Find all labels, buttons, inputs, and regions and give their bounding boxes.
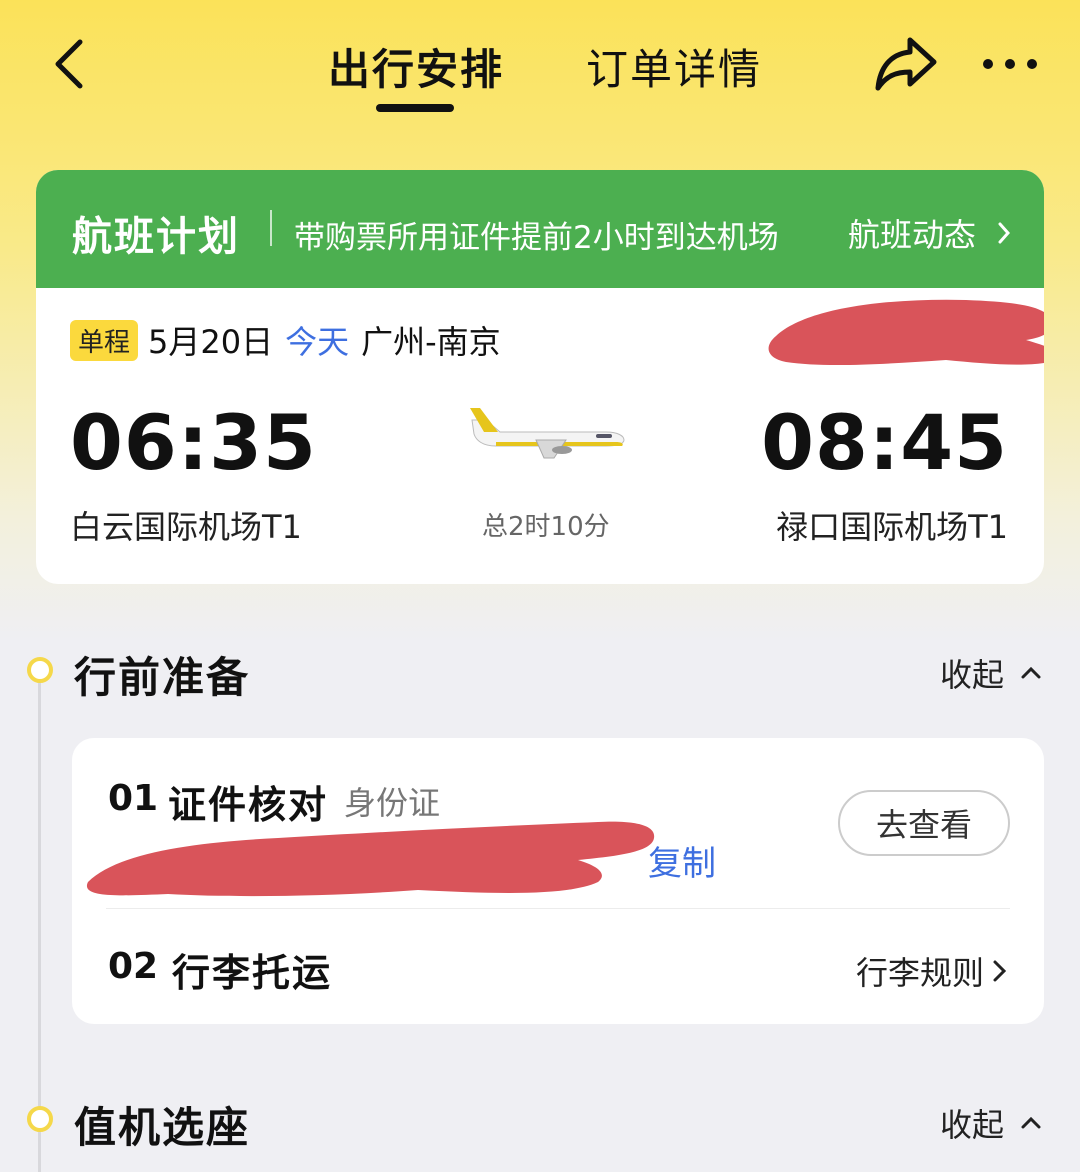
baggage-rules-label: 行李规则: [855, 954, 984, 992]
section-title-pre-trip: 行前准备: [74, 653, 251, 702]
collapse-toggle-pre-trip[interactable]: 收起: [940, 650, 1044, 696]
item-name-baggage: 行李托运: [172, 951, 333, 995]
flight-status-label: 航班动态: [848, 216, 977, 254]
item-number: 02: [108, 946, 159, 987]
active-tab-indicator: [376, 104, 454, 112]
tab-order-details[interactable]: 订单详情: [586, 36, 762, 97]
timeline-line: [38, 670, 41, 1172]
boarding-tip: 带购票所用证件提前2小时到达机场: [294, 220, 779, 256]
section-title-check-in: 值机选座: [74, 1103, 251, 1152]
share-icon[interactable]: [870, 30, 942, 96]
collapse-label: 收起: [939, 1106, 1004, 1144]
chevron-right-icon: [993, 960, 1007, 982]
tab-itinerary[interactable]: 出行安排: [328, 36, 504, 97]
top-bar: 出行安排 订单详情: [0, 0, 1080, 130]
item-divider: [106, 908, 1010, 909]
header-divider: [270, 210, 272, 246]
flight-plan-header: 航班计划 带购票所用证件提前2小时到达机场 航班动态: [36, 170, 1044, 288]
back-icon[interactable]: [40, 32, 104, 96]
arrival-airport: 禄口国际机场T1: [776, 508, 1008, 546]
redaction-mark: [86, 821, 655, 897]
timeline-dot: [27, 657, 53, 683]
departure-airport: 白云国际机场T1: [70, 508, 302, 546]
flight-plan-title: 航班计划: [72, 214, 240, 260]
trip-info-row: 单程 5月20日 今天 广州-南京: [70, 319, 501, 361]
timeline-dot: [27, 1106, 53, 1132]
pre-trip-card: 01 证件核对 身份证 复制 去查看 02 行李托运 行李规则: [72, 738, 1044, 1024]
flight-plan-card: 航班计划 带购票所用证件提前2小时到达机场 航班动态 单程 5月20日 今天 广…: [36, 170, 1044, 584]
trip-route: 广州-南京: [361, 323, 501, 361]
trip-today-label: 今天: [285, 323, 350, 361]
collapse-toggle-check-in[interactable]: 收起: [940, 1100, 1044, 1146]
view-id-button[interactable]: 去查看: [838, 790, 1010, 856]
redaction-mark: [768, 299, 1044, 366]
airplane-icon: [470, 408, 625, 459]
arrival-time: 08:45: [761, 398, 1008, 487]
chevron-up-icon: [1021, 666, 1041, 679]
chevron-up-icon: [1021, 1116, 1041, 1129]
collapse-label: 收起: [939, 656, 1004, 694]
chevron-right-icon: [998, 222, 1011, 244]
trip-type-badge: 单程: [70, 319, 139, 361]
trip-date: 5月20日: [148, 323, 274, 361]
copy-link[interactable]: 复制: [648, 836, 716, 885]
departure-time: 06:35: [70, 398, 317, 487]
flight-status-link[interactable]: 航班动态: [848, 210, 1012, 256]
baggage-rules-link[interactable]: 行李规则: [856, 948, 1010, 994]
flight-duration: 总2时10分: [482, 512, 610, 542]
more-icon[interactable]: [978, 44, 1042, 84]
